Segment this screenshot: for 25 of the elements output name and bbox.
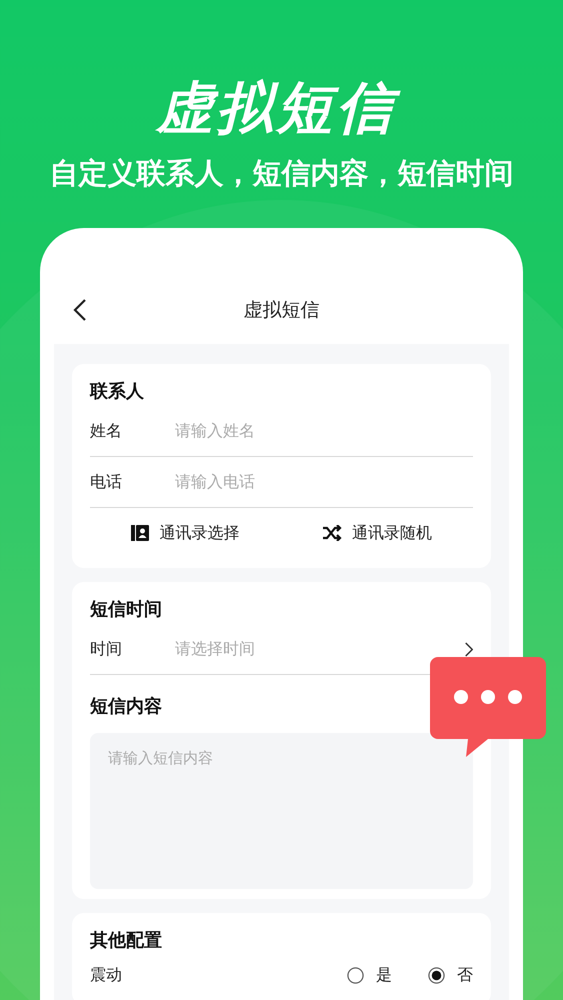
- section-heading: 联系人: [90, 380, 145, 404]
- time-picker-field[interactable]: 请选择时间: [175, 638, 255, 660]
- radio-label: 否: [457, 964, 473, 986]
- chevron-right-icon: [465, 642, 473, 656]
- input-field[interactable]: 请输入电话: [175, 472, 255, 492]
- radio-button[interactable]: [347, 966, 364, 984]
- back-icon[interactable]: [72, 298, 88, 322]
- contact-action-button[interactable]: 通讯录选择: [131, 522, 240, 544]
- banner-title: 虚拟短信: [150, 73, 412, 145]
- input-field[interactable]: 请输入姓名: [175, 420, 255, 442]
- banner-subtitle: 自定义联系人，短信内容，短信时间: [50, 155, 514, 191]
- shuffle-icon: [322, 525, 342, 541]
- section-heading: 短信内容: [90, 695, 163, 719]
- field-label: 时间: [90, 638, 123, 660]
- page-title: 虚拟短信: [244, 298, 320, 323]
- field-label: 姓名: [90, 420, 123, 442]
- contact-book-icon: [131, 524, 150, 542]
- section-heading: 其他配置: [90, 929, 163, 953]
- message-input-field[interactable]: 请输入短信内容: [90, 733, 473, 889]
- contact-action-button[interactable]: 通讯录随机: [322, 522, 432, 544]
- section-heading: 短信时间: [90, 598, 163, 622]
- radio-button[interactable]: [428, 966, 445, 984]
- field-label: 震动: [90, 964, 123, 986]
- field-label: 电话: [90, 472, 123, 492]
- radio-label: 是: [376, 964, 392, 986]
